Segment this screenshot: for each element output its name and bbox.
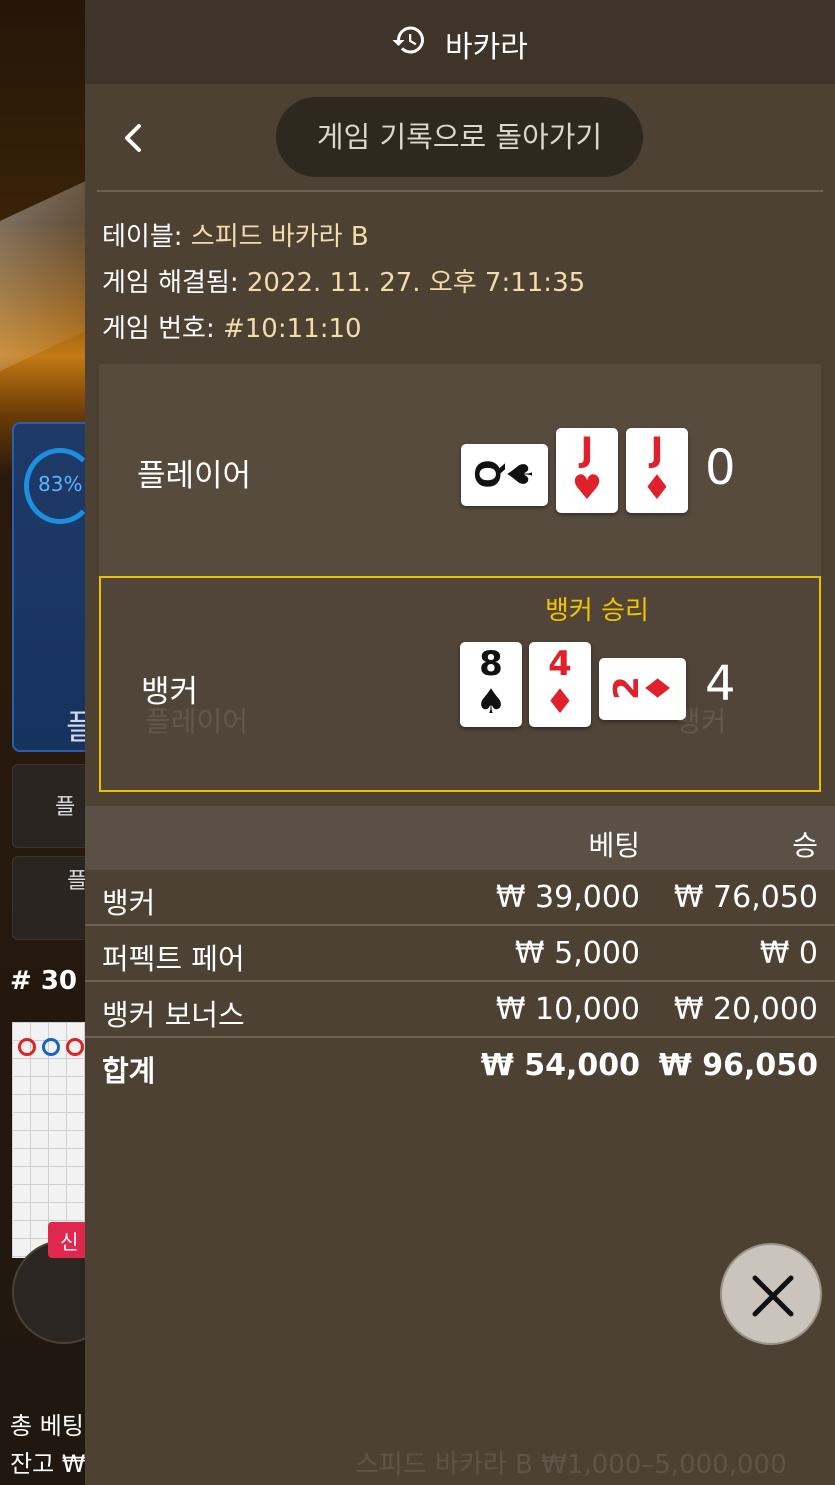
resolved-info: 게임 해결됨: 2022. 11. 27. 오후 7:11:35 <box>102 262 585 299</box>
bets-table-header: 베팅 승 <box>85 806 835 870</box>
bet-column-header: 베팅 <box>588 829 640 862</box>
card-rank: 4 <box>548 644 572 684</box>
card-rank: J <box>580 430 594 470</box>
playing-card: J ♥ <box>556 428 618 513</box>
card-rank: 8 <box>479 644 503 684</box>
win-amount: ₩ 20,000 <box>673 992 818 1027</box>
history-icon <box>392 26 424 54</box>
background-road-dot <box>66 1038 84 1056</box>
ghost-banker-text: 뱅커 <box>675 705 727 738</box>
game-number-info: 게임 번호: #10:11:10 <box>102 308 362 345</box>
total-label: 합계 <box>102 1054 156 1088</box>
card-suit: ♠ <box>475 682 507 722</box>
background-player-pair-button[interactable]: 플 <box>12 764 92 848</box>
back-button[interactable] <box>113 112 153 164</box>
back-to-history-button[interactable]: 게임 기록으로 돌아가기 <box>276 97 643 177</box>
total-bet-amount: ₩ 54,000 <box>480 1048 640 1083</box>
ghost-table-limits: 스피드 바카라 B ₩1,000–5,000,000 <box>355 1450 787 1480</box>
ghost-player-text: 플레이어 <box>145 705 249 738</box>
table-row: 뱅커 보너스 ₩ 10,000 ₩ 20,000 <box>85 982 835 1038</box>
background-road-dot <box>42 1038 60 1056</box>
table-row: 퍼펙트 페어 ₩ 5,000 ₩ 0 <box>85 926 835 982</box>
panel-header: 바카라 <box>85 0 835 84</box>
total-row: 합계 ₩ 54,000 ₩ 96,050 <box>85 1038 835 1094</box>
table-info: 테이블: 스피드 바카라 B <box>102 216 369 253</box>
player-label: 플레이어 <box>137 458 252 494</box>
chevron-left-icon <box>125 124 141 152</box>
table-row: 뱅커 ₩ 39,000 ₩ 76,050 <box>85 870 835 926</box>
banker-hand: 뱅커 승리 뱅커 8 ♠ 4 ♦ 2 ♦ 4 <box>99 576 821 792</box>
bet-name: 퍼펙트 페어 <box>102 942 245 976</box>
bet-amount: ₩ 10,000 <box>495 992 640 1027</box>
total-win-amount: ₩ 96,050 <box>658 1048 818 1083</box>
page-title: 바카라 <box>445 30 528 65</box>
card-rank: J <box>650 430 664 470</box>
playing-card: Q ♠ <box>461 444 548 506</box>
background-round-number: # 30 <box>10 966 78 996</box>
background-player-bonus-button[interactable]: 플 <box>12 856 92 940</box>
bet-amount: ₩ 5,000 <box>514 936 640 971</box>
player-score: 0 <box>705 440 736 496</box>
background-progress-pct: 83% <box>38 472 83 496</box>
bet-amount: ₩ 39,000 <box>495 880 640 915</box>
resolved-value: 2022. 11. 27. 오후 7:11:35 <box>246 268 586 298</box>
table-label: 테이블: <box>102 222 183 252</box>
close-button[interactable] <box>720 1243 822 1345</box>
card-suit: ♥ <box>571 468 603 508</box>
win-amount: ₩ 76,050 <box>673 880 818 915</box>
card-suit: ♦ <box>639 672 679 704</box>
player-hand: 플레이어 Q ♠ J ♥ J ♦ 0 <box>99 364 821 576</box>
playing-card: 8 ♠ <box>460 642 522 727</box>
game-number-value: #10:11:10 <box>222 314 362 344</box>
bet-name: 뱅커 보너스 <box>102 998 245 1032</box>
banker-win-label: 뱅커 승리 <box>545 596 649 626</box>
game-history-panel: 바카라 게임 기록으로 돌아가기 테이블: 스피드 바카라 B 게임 해결됨: … <box>85 0 835 1485</box>
game-number-label: 게임 번호: <box>102 314 215 344</box>
divider <box>97 190 823 192</box>
close-icon <box>752 1275 794 1317</box>
playing-card: 2 ♦ <box>599 658 686 720</box>
card-suit: ♦ <box>544 682 576 722</box>
playing-card: J ♦ <box>626 428 688 513</box>
background-road-dot <box>18 1038 36 1056</box>
win-amount: ₩ 0 <box>759 936 818 971</box>
card-suit: ♦ <box>641 468 673 508</box>
win-column-header: 승 <box>792 829 818 862</box>
card-suit: ♠ <box>501 458 541 490</box>
resolved-label: 게임 해결됨: <box>102 268 239 298</box>
table-value: 스피드 바카라 B <box>190 222 369 252</box>
playing-card: 4 ♦ <box>529 642 591 727</box>
bet-name: 뱅커 <box>102 886 156 920</box>
